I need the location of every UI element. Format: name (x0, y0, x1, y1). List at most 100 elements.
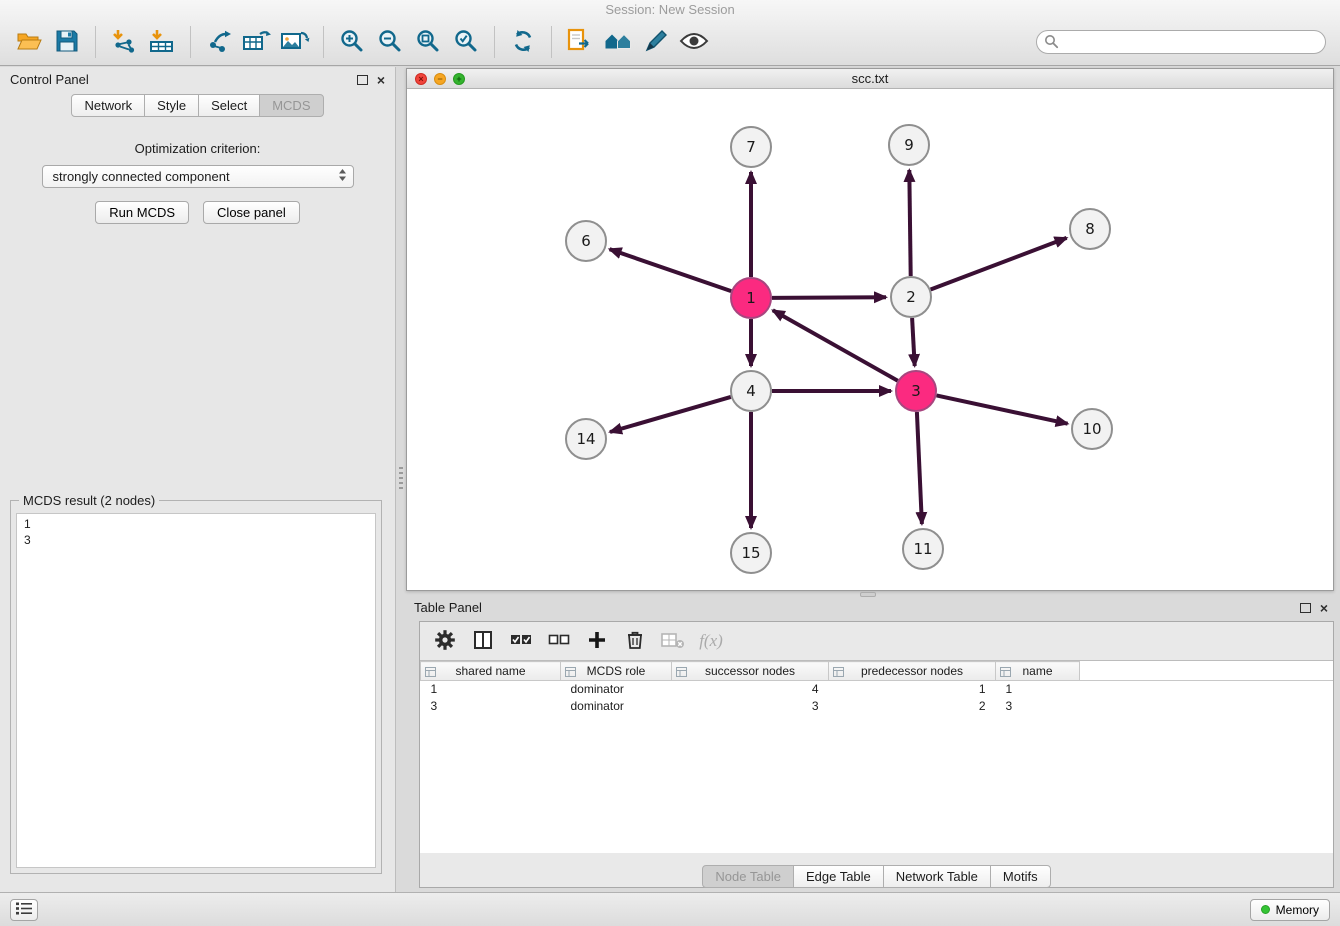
memory-button[interactable]: Memory (1250, 899, 1330, 921)
graph-node-10[interactable]: 10 (1072, 409, 1112, 449)
graph-node-3[interactable]: 3 (896, 371, 936, 411)
svg-text:14: 14 (576, 430, 595, 448)
graph-edge-1-6[interactable] (610, 249, 732, 291)
tab-style[interactable]: Style (144, 94, 199, 117)
export-table-button[interactable] (238, 23, 276, 61)
column-header-predecessor-nodes[interactable]: predecessor nodes (829, 662, 996, 681)
combo-arrows-icon (338, 168, 347, 185)
show-columns-button[interactable] (468, 626, 498, 656)
zoom-fit-button[interactable] (409, 23, 447, 61)
open-file-button[interactable] (10, 23, 48, 61)
graph-node-4[interactable]: 4 (731, 371, 771, 411)
export-image-button[interactable] (276, 23, 314, 61)
save-floppy-icon (55, 29, 79, 56)
import-network-button[interactable] (105, 23, 143, 61)
float-panel-icon[interactable] (357, 75, 368, 85)
cell-name[interactable]: 1 (996, 681, 1080, 698)
refresh-button[interactable] (504, 23, 542, 61)
close-table-panel-icon[interactable]: × (1320, 602, 1328, 614)
graph-node-9[interactable]: 9 (889, 125, 929, 165)
zoom-in-button[interactable] (333, 23, 371, 61)
graph-node-7[interactable]: 7 (731, 127, 771, 167)
float-table-panel-icon[interactable] (1300, 603, 1311, 613)
mcds-result-list[interactable]: 13 (16, 513, 376, 868)
column-header-name[interactable]: name (996, 662, 1080, 681)
save-session-button[interactable] (48, 23, 86, 61)
mcds-result-item[interactable]: 1 (17, 516, 375, 532)
graph-edge-3-11[interactable] (917, 412, 922, 524)
style-brush-button[interactable] (637, 23, 675, 61)
svg-text:11: 11 (913, 540, 932, 558)
graph-node-1[interactable]: 1 (731, 278, 771, 318)
mcds-result-item[interactable]: 3 (17, 532, 375, 548)
table-settings-button[interactable] (430, 626, 460, 656)
zoom-selected-button[interactable] (447, 23, 485, 61)
graph-edge-3-10[interactable] (937, 395, 1068, 423)
cell-successor-nodes[interactable]: 3 (672, 698, 829, 715)
vertical-splitter[interactable] (397, 67, 406, 892)
cell-MCDS-role[interactable]: dominator (561, 681, 672, 698)
table-row[interactable]: 1dominator411 (421, 681, 1334, 698)
mcds-panel-content: Optimization criterion: strongly connect… (0, 141, 395, 224)
graph-edge-2-8[interactable] (931, 238, 1067, 290)
cell-predecessor-nodes[interactable]: 1 (829, 681, 996, 698)
graph-node-11[interactable]: 11 (903, 529, 943, 569)
graph-edge-2-9[interactable] (909, 170, 910, 276)
cell-name[interactable]: 3 (996, 698, 1080, 715)
network-canvas[interactable]: 7 9 6 8 1 2 4 3 10 14 15 11 (407, 89, 1333, 590)
close-panel-icon[interactable]: × (377, 74, 385, 86)
network-window-titlebar[interactable]: × − + scc.txt (407, 69, 1333, 89)
function-builder-button[interactable]: f(x) (696, 626, 726, 656)
column-header-shared-name[interactable]: shared name (421, 662, 561, 681)
add-row-button[interactable] (582, 626, 612, 656)
close-panel-button[interactable]: Close panel (203, 201, 300, 224)
cell-MCDS-role[interactable]: dominator (561, 698, 672, 715)
export-network-button[interactable] (200, 23, 238, 61)
delete-table-button[interactable] (658, 626, 688, 656)
window-header: Session: New Session (0, 0, 1340, 66)
tab-network[interactable]: Network (71, 94, 145, 117)
svg-text:2: 2 (906, 288, 916, 306)
cell-shared-name[interactable]: 3 (421, 698, 561, 715)
tab-select[interactable]: Select (198, 94, 260, 117)
graph-edge-4-14[interactable] (610, 397, 731, 432)
graph-node-15[interactable]: 15 (731, 533, 771, 573)
cell-predecessor-nodes[interactable]: 2 (829, 698, 996, 715)
zoom-out-button[interactable] (371, 23, 409, 61)
import-table-button[interactable] (143, 23, 181, 61)
run-mcds-button[interactable]: Run MCDS (95, 201, 189, 224)
graph-edge-2-3[interactable] (912, 318, 915, 366)
graph-node-6[interactable]: 6 (566, 221, 606, 261)
graph-node-2[interactable]: 2 (891, 277, 931, 317)
show-panels-button[interactable] (10, 899, 38, 921)
graph-node-14[interactable]: 14 (566, 419, 606, 459)
list-icon (16, 902, 32, 918)
open-document-button[interactable] (561, 23, 599, 61)
graph-edge-1-2[interactable] (772, 297, 886, 298)
splitter-handle[interactable] (399, 467, 403, 489)
tab-node-table[interactable]: Node Table (702, 865, 794, 888)
delete-row-button[interactable] (620, 626, 650, 656)
search-input[interactable] (1036, 30, 1326, 54)
import-table-icon (148, 28, 176, 57)
tab-motifs[interactable]: Motifs (990, 865, 1051, 888)
tab-network-table[interactable]: Network Table (883, 865, 991, 888)
tab-edge-table[interactable]: Edge Table (793, 865, 884, 888)
criterion-select[interactable]: strongly connected component (42, 165, 354, 188)
show-hide-button[interactable] (675, 23, 713, 61)
minimize-window-icon[interactable]: − (434, 73, 446, 85)
select-all-button[interactable] (506, 626, 536, 656)
column-header-MCDS-role[interactable]: MCDS role (561, 662, 672, 681)
cell-successor-nodes[interactable]: 4 (672, 681, 829, 698)
close-window-icon[interactable]: × (415, 73, 427, 85)
deselect-all-button[interactable] (544, 626, 574, 656)
column-header-successor-nodes[interactable]: successor nodes (672, 662, 829, 681)
table-panel: Table Panel × (406, 597, 1340, 890)
zoom-window-icon[interactable]: + (453, 73, 465, 85)
graph-node-8[interactable]: 8 (1070, 209, 1110, 249)
home-view-button[interactable] (599, 23, 637, 61)
table-row[interactable]: 3dominator323 (421, 698, 1334, 715)
cell-shared-name[interactable]: 1 (421, 681, 561, 698)
tab-mcds[interactable]: MCDS (259, 94, 323, 117)
graph-edge-3-1[interactable] (773, 310, 898, 380)
